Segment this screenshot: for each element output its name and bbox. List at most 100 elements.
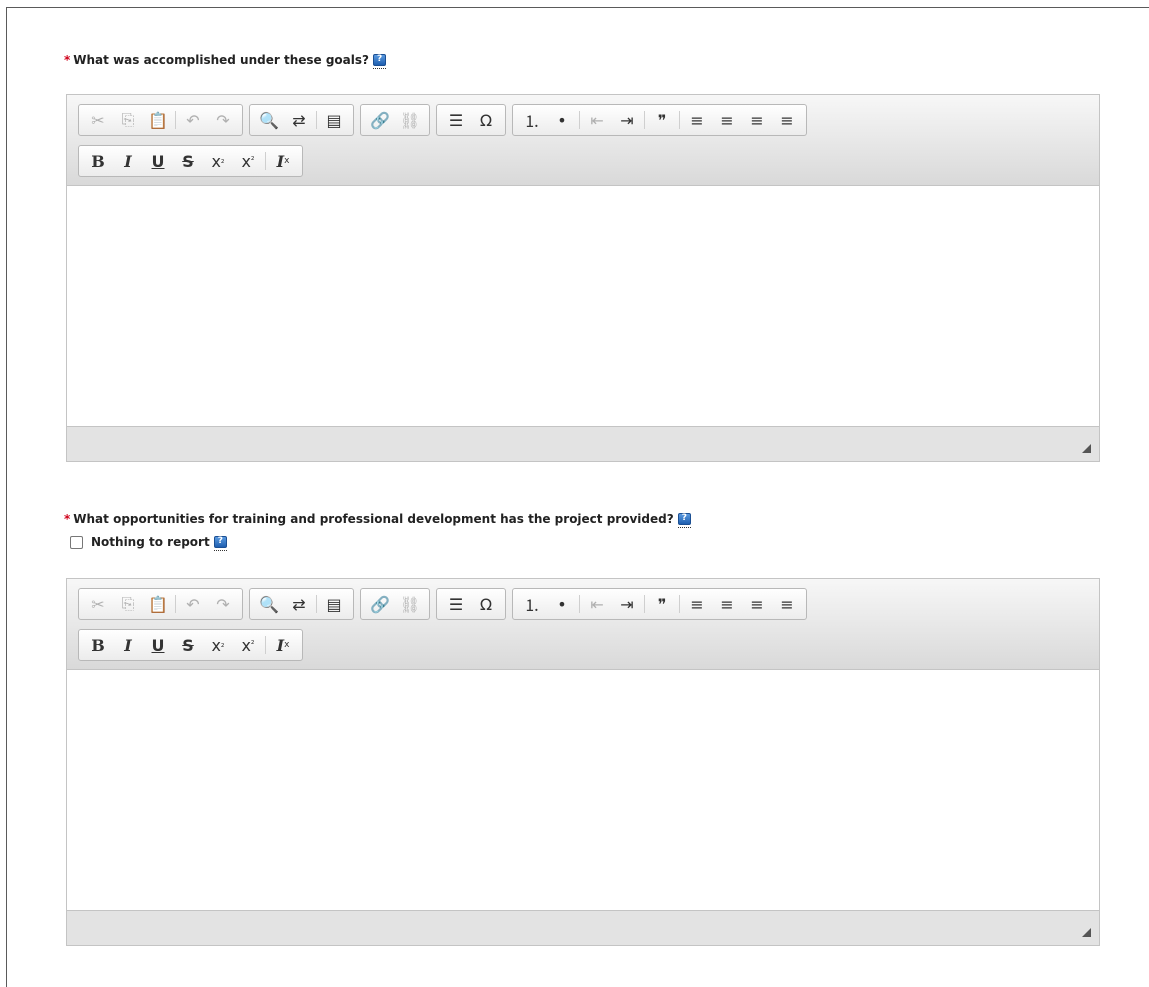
find-icon[interactable]: 🔍 <box>254 106 284 134</box>
editor-content-area[interactable] <box>67 670 1099 910</box>
toolbar-separator <box>265 152 266 170</box>
toolbar-group: ☰ Ω <box>436 588 506 620</box>
replace-icon[interactable]: ⇄ <box>284 590 314 618</box>
justify-icon[interactable]: ≡ <box>772 590 802 618</box>
toolbar-group: BIUSx₂x²Ix <box>78 145 303 177</box>
help-icon[interactable] <box>373 54 386 69</box>
toolbar-group: ✂ ⎘ 📋 ↶ ↷ <box>78 104 243 136</box>
toolbar-group: ⒈ • ⇤ ⇥ ❞ ≡ ≡ ≡ ≡ <box>512 104 807 136</box>
increase-indent-icon[interactable]: ⇥ <box>612 590 642 618</box>
toolbar-separator <box>175 111 176 129</box>
editor-content-area[interactable] <box>67 186 1099 426</box>
select-all-icon[interactable]: ▤ <box>319 590 349 618</box>
editor-toolbar: ✂ ⎘ 📋 ↶ ↷ 🔍 ⇄ ▤ 🔗 ⛓ ☰ Ω ⒈ • ⇤ ⇥ ❞ ≡ ≡ ≡ ≡ BIUSx₂x²Ix <box>67 579 1099 670</box>
toolbar-separator <box>644 111 645 129</box>
italic-icon[interactable]: I <box>113 147 143 175</box>
italic-icon[interactable]: I <box>113 631 143 659</box>
toolbar-group: 🔍 ⇄ ▤ <box>249 588 354 620</box>
rich-text-editor-1: ✂ ⎘ 📋 ↶ ↷ 🔍 ⇄ ▤ 🔗 ⛓ ☰ Ω ⒈ • ⇤ ⇥ ❞ ≡ ≡ ≡ ≡ BIUSx₂x²Ix <box>66 94 1100 462</box>
toolbar-row-2: BIUSx₂x²Ix <box>78 629 303 661</box>
horizontal-line-icon[interactable]: ☰ <box>441 106 471 134</box>
align-left-icon[interactable]: ≡ <box>682 590 712 618</box>
question-1-text: What was accomplished under these goals? <box>73 53 369 67</box>
decrease-indent-icon[interactable]: ⇤ <box>582 590 612 618</box>
toolbar-separator <box>316 595 317 613</box>
redo-icon[interactable]: ↷ <box>208 106 238 134</box>
toolbar-group: 🔍 ⇄ ▤ <box>249 104 354 136</box>
question-2-text: What opportunities for training and prof… <box>73 512 674 526</box>
toolbar-separator <box>679 111 680 129</box>
toolbar-separator <box>579 111 580 129</box>
align-left-icon[interactable]: ≡ <box>682 106 712 134</box>
align-center-icon[interactable]: ≡ <box>712 106 742 134</box>
copy-icon[interactable]: ⎘ <box>113 106 143 134</box>
decrease-indent-icon[interactable]: ⇤ <box>582 106 612 134</box>
find-icon[interactable]: 🔍 <box>254 590 284 618</box>
link-icon[interactable]: 🔗 <box>365 106 395 134</box>
numbered-list-icon[interactable]: ⒈ <box>517 106 547 134</box>
blockquote-icon[interactable]: ❞ <box>647 106 677 134</box>
horizontal-line-icon[interactable]: ☰ <box>441 590 471 618</box>
numbered-list-icon[interactable]: ⒈ <box>517 590 547 618</box>
redo-icon[interactable]: ↷ <box>208 590 238 618</box>
paste-text-icon[interactable]: 📋 <box>143 106 173 134</box>
toolbar-row-1: ✂ ⎘ 📋 ↶ ↷ 🔍 ⇄ ▤ 🔗 ⛓ ☰ Ω ⒈ • ⇤ ⇥ ❞ ≡ ≡ ≡ ≡ <box>78 588 807 620</box>
bulleted-list-icon[interactable]: • <box>547 106 577 134</box>
toolbar-group: BIUSx₂x²Ix <box>78 629 303 661</box>
nothing-to-report-row[interactable]: Nothing to report <box>70 535 227 551</box>
underline-icon[interactable]: U <box>143 147 173 175</box>
special-char-icon[interactable]: Ω <box>471 106 501 134</box>
question-2-label: * What opportunities for training and pro… <box>64 512 691 528</box>
strikethrough-icon[interactable]: S <box>173 147 203 175</box>
help-icon[interactable] <box>677 513 691 528</box>
toolbar-separator <box>679 595 680 613</box>
underline-icon[interactable]: U <box>143 631 173 659</box>
nothing-to-report-checkbox[interactable] <box>70 535 83 549</box>
rich-text-editor-2: ✂ ⎘ 📋 ↶ ↷ 🔍 ⇄ ▤ 🔗 ⛓ ☰ Ω ⒈ • ⇤ ⇥ ❞ ≡ ≡ ≡ ≡ BIUSx₂x²Ix <box>66 578 1100 946</box>
toolbar-separator <box>265 636 266 654</box>
unlink-icon[interactable]: ⛓ <box>395 590 425 618</box>
help-icon[interactable] <box>213 536 227 551</box>
toolbar-group: 🔗 ⛓ <box>360 588 430 620</box>
bold-icon[interactable]: B <box>83 631 113 659</box>
justify-icon[interactable]: ≡ <box>772 106 802 134</box>
question-1-label: * What was accomplished under these goals… <box>64 53 386 69</box>
toolbar-separator <box>579 595 580 613</box>
align-right-icon[interactable]: ≡ <box>742 590 772 618</box>
resize-handle-icon[interactable] <box>1082 444 1091 453</box>
superscript-icon[interactable]: x² <box>233 147 263 175</box>
superscript-icon[interactable]: x² <box>233 631 263 659</box>
remove-format-icon[interactable]: Ix <box>268 631 298 659</box>
strikethrough-icon[interactable]: S <box>173 631 203 659</box>
special-char-icon[interactable]: Ω <box>471 590 501 618</box>
blockquote-icon[interactable]: ❞ <box>647 590 677 618</box>
bulleted-list-icon[interactable]: • <box>547 590 577 618</box>
cut-icon[interactable]: ✂ <box>83 106 113 134</box>
align-center-icon[interactable]: ≡ <box>712 590 742 618</box>
undo-icon[interactable]: ↶ <box>178 106 208 134</box>
nothing-to-report-label: Nothing to report <box>91 535 210 549</box>
toolbar-group: ☰ Ω <box>436 104 506 136</box>
select-all-icon[interactable]: ▤ <box>319 106 349 134</box>
subscript-icon[interactable]: x₂ <box>203 147 233 175</box>
toolbar-group: ✂ ⎘ 📋 ↶ ↷ <box>78 588 243 620</box>
bold-icon[interactable]: B <box>83 147 113 175</box>
toolbar-row-2: BIUSx₂x²Ix <box>78 145 303 177</box>
paste-text-icon[interactable]: 📋 <box>143 590 173 618</box>
resize-handle-icon[interactable] <box>1082 928 1091 937</box>
toolbar-separator <box>316 111 317 129</box>
cut-icon[interactable]: ✂ <box>83 590 113 618</box>
copy-icon[interactable]: ⎘ <box>113 590 143 618</box>
link-icon[interactable]: 🔗 <box>365 590 395 618</box>
required-marker: * <box>64 53 71 67</box>
undo-icon[interactable]: ↶ <box>178 590 208 618</box>
unlink-icon[interactable]: ⛓ <box>395 106 425 134</box>
increase-indent-icon[interactable]: ⇥ <box>612 106 642 134</box>
toolbar-group: ⒈ • ⇤ ⇥ ❞ ≡ ≡ ≡ ≡ <box>512 588 807 620</box>
editor-status-bar <box>67 426 1099 461</box>
align-right-icon[interactable]: ≡ <box>742 106 772 134</box>
toolbar-group: 🔗 ⛓ <box>360 104 430 136</box>
remove-format-icon[interactable]: Ix <box>268 147 298 175</box>
replace-icon[interactable]: ⇄ <box>284 106 314 134</box>
subscript-icon[interactable]: x₂ <box>203 631 233 659</box>
